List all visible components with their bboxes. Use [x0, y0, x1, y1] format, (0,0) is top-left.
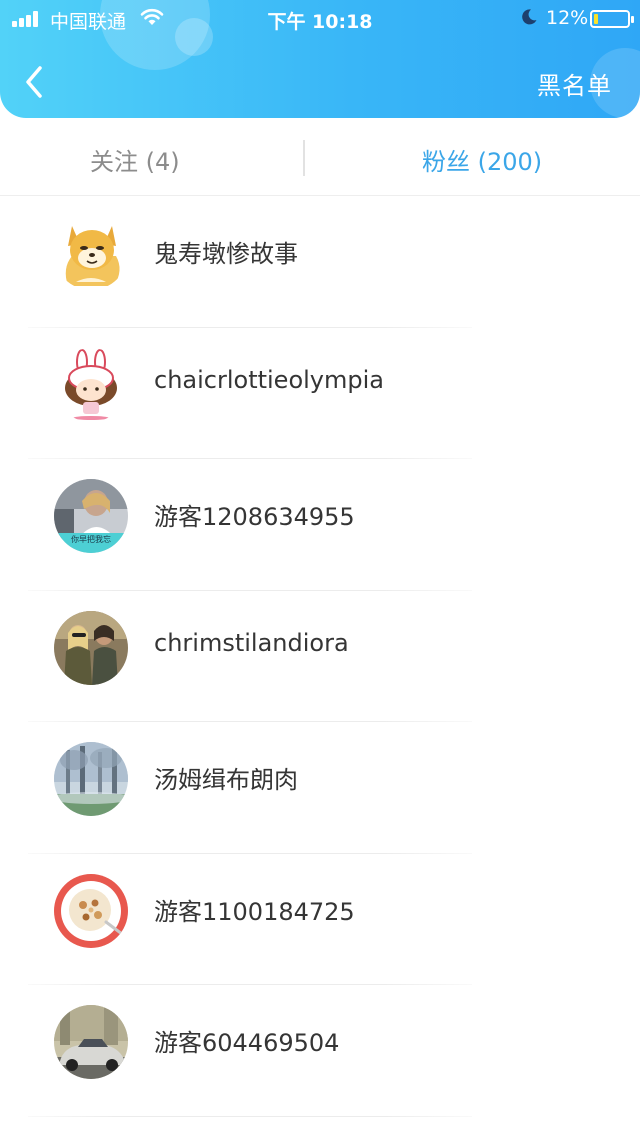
fan-name: chrimstilandiora — [154, 628, 349, 657]
battery-icon — [590, 10, 634, 28]
bunny-girl-avatar-icon — [54, 347, 128, 422]
avatar — [54, 1005, 128, 1079]
tab-bar: 关注 (4) 粉丝 (200) — [0, 118, 640, 196]
avatar — [54, 347, 128, 422]
avatar — [54, 873, 128, 948]
avatar: 你早把我忘 — [54, 479, 128, 553]
avatar — [54, 610, 128, 685]
tab-divider — [303, 140, 305, 176]
car-photo-avatar-icon — [54, 1005, 128, 1079]
fan-name: 汤姆缉布朗肉 — [154, 766, 298, 794]
tab-fans[interactable]: 粉丝 (200) — [422, 142, 542, 177]
blacklist-button[interactable]: 黑名单 — [537, 66, 612, 101]
couple-photo-avatar-icon — [54, 610, 128, 685]
fan-name: 游客604469504 — [154, 1029, 340, 1057]
list-item[interactable]: 鬼寿墩惨故事 — [0, 196, 640, 328]
fan-name: 游客1208634955 — [154, 503, 355, 531]
tab-following[interactable]: 关注 (4) — [90, 142, 180, 177]
list-item[interactable]: 游客1100184725 — [0, 854, 640, 986]
do-not-disturb-moon-icon — [522, 9, 537, 25]
fan-name: chaicrlottieolympia — [154, 365, 384, 394]
fan-name: 游客1100184725 — [154, 897, 355, 926]
list-item[interactable]: chaicrlottieolympia — [0, 328, 640, 460]
battery-percentage: 12% — [546, 7, 589, 29]
food-bowl-avatar-icon — [54, 873, 128, 948]
misty-forest-avatar-icon — [54, 742, 128, 816]
avatar — [54, 742, 128, 816]
list-item[interactable]: chrimstilandiora — [0, 591, 640, 723]
list-item[interactable]: 游客604469504 — [0, 985, 640, 1117]
list-item[interactable]: 汤姆缉布朗肉 — [0, 722, 640, 854]
avatar — [54, 216, 128, 290]
clock: 下午 10:18 — [267, 11, 373, 33]
battery-level-fill — [594, 14, 598, 24]
list-item[interactable]: 你早把我忘 游客1208634955 — [0, 459, 640, 591]
fans-list: 鬼寿墩惨故事 chaicrlottieolympia 你早把我忘 游客12086… — [0, 196, 640, 1117]
avatar-caption: 你早把我忘 — [71, 534, 111, 544]
back-button[interactable] — [18, 60, 52, 104]
status-bar: 中国联通 下午 10:18 12% — [0, 0, 640, 40]
top-header: 中国联通 下午 10:18 12% 黑名单 — [0, 0, 640, 118]
shiba-dog-avatar-icon — [54, 216, 128, 290]
fan-name: 鬼寿墩惨故事 — [154, 240, 298, 268]
girl-photo-avatar-icon: 你早把我忘 — [54, 479, 128, 553]
